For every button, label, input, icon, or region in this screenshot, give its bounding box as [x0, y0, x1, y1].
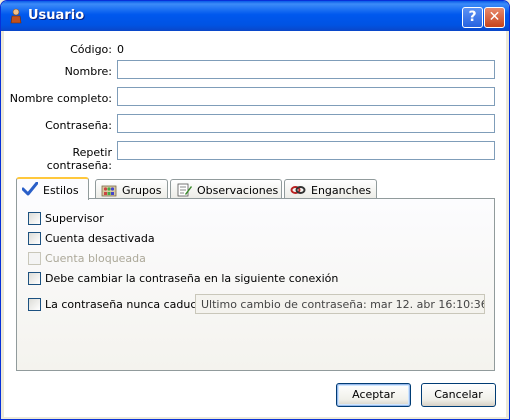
user-app-icon [10, 8, 22, 24]
estilos-tab-panel: Supervisor Cuenta desactivada Cuenta blo… [16, 198, 495, 371]
nunca-caduca-checkbox[interactable] [28, 298, 41, 311]
help-button[interactable]: ? [462, 7, 483, 28]
nombre-label: Nombre: [64, 65, 112, 78]
tab-observaciones[interactable]: Observaciones [170, 179, 282, 199]
tab-estilos[interactable]: Estilos [16, 177, 89, 200]
tab-observaciones-label: Observaciones [197, 184, 279, 197]
hooks-icon [290, 186, 306, 194]
checkmark-icon [22, 182, 38, 196]
tab-enganches[interactable]: Enganches [284, 179, 377, 199]
ultimo-cambio-field: Ultimo cambio de contraseña: mar 12. abr… [195, 294, 485, 314]
codigo-value: 0 [117, 43, 124, 56]
cuenta-desactivada-label: Cuenta desactivada [45, 232, 155, 245]
groups-icon [101, 185, 117, 197]
supervisor-label: Supervisor [45, 212, 104, 225]
nombre-completo-input[interactable] [117, 87, 495, 106]
supervisor-checkbox[interactable] [28, 212, 41, 225]
window-title: Usuario [28, 8, 85, 23]
repetir-contrasena-input[interactable] [117, 141, 495, 160]
accept-button[interactable]: Aceptar [336, 383, 411, 407]
cuenta-bloqueada-checkbox [28, 252, 41, 265]
cambiar-contrasena-label: Debe cambiar la contraseña en la siguien… [45, 272, 339, 285]
nombre-completo-label: Nombre completo: [9, 92, 112, 105]
nunca-caduca-label: La contraseña nunca caduca [45, 298, 204, 311]
user-dialog: Usuario ? ✕ Código: 0 Nombre: Nombre com… [0, 0, 510, 420]
repetir-contrasena-label: Repetir contraseña: [46, 146, 112, 172]
notepad-icon [177, 183, 192, 197]
title-bar[interactable]: Usuario ? ✕ [1, 1, 509, 31]
close-button[interactable]: ✕ [484, 7, 505, 28]
contrasena-label: Contraseña: [45, 119, 112, 132]
tab-enganches-label: Enganches [311, 184, 372, 197]
cambiar-contrasena-checkbox[interactable] [28, 272, 41, 285]
cuenta-bloqueada-label: Cuenta bloqueada [45, 252, 146, 265]
contrasena-input[interactable] [117, 114, 495, 133]
tab-grupos-label: Grupos [122, 184, 162, 197]
nombre-input[interactable] [117, 60, 495, 79]
cuenta-desactivada-checkbox[interactable] [28, 232, 41, 245]
cancel-button[interactable]: Cancelar [421, 383, 496, 407]
codigo-label: Código: [70, 43, 112, 56]
tab-grupos[interactable]: Grupos [95, 179, 168, 199]
tab-estilos-label: Estilos [43, 184, 79, 197]
